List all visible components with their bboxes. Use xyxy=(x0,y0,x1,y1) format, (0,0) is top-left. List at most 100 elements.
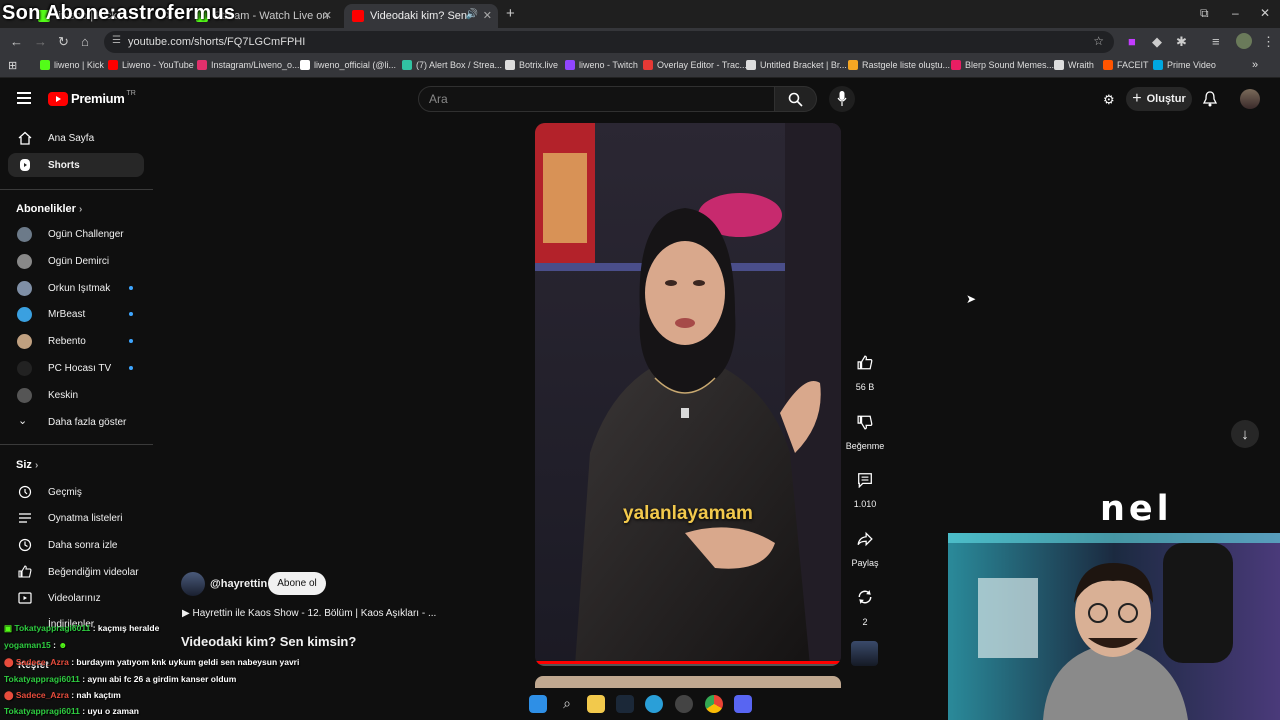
bookmark-star-icon[interactable]: ☆ xyxy=(1093,34,1104,48)
next-short-preview[interactable] xyxy=(535,676,841,688)
channel-avatar xyxy=(17,334,32,349)
discord-icon[interactable] xyxy=(734,695,752,713)
share-label: Paylaş xyxy=(851,558,879,568)
extensions-puzzle-icon[interactable]: ✱ xyxy=(1176,34,1187,50)
dislike-button[interactable] xyxy=(848,409,882,435)
share-button[interactable] xyxy=(848,526,882,552)
bookmark-item[interactable]: liweno_official (@li... xyxy=(300,60,396,70)
you-heading[interactable]: Siz › xyxy=(16,459,38,471)
chevron-down-icon: ⌄ xyxy=(18,415,28,427)
reading-list-icon[interactable]: ≡ xyxy=(1212,34,1220,49)
sidebar-item-playlists[interactable]: Oynatma listeleri xyxy=(8,506,144,530)
sidebar-item-watch-later[interactable]: Daha sonra izle xyxy=(8,533,144,557)
remix-icon xyxy=(858,590,872,604)
remix-button[interactable] xyxy=(848,584,882,610)
steam-icon[interactable] xyxy=(616,695,634,713)
bookmark-favicon-icon xyxy=(40,60,50,70)
bookmark-item[interactable]: liweno - Twitch xyxy=(565,60,638,70)
video-frame xyxy=(535,123,841,666)
bookmark-item[interactable]: (7) Alert Box / Strea... xyxy=(402,60,502,70)
bookmark-item[interactable]: Blerp Sound Memes... xyxy=(951,60,1054,70)
subscribe-button[interactable]: Abone ol xyxy=(268,572,326,595)
youtube-premium-logo[interactable]: Premium TR xyxy=(48,90,136,106)
subscription-item[interactable]: Ogün Demirci xyxy=(8,249,144,273)
chevron-right-icon: › xyxy=(34,460,39,471)
notifications-bell-icon[interactable] xyxy=(1202,91,1218,112)
browser-toolbar: ← → ↻ ⌂ ☰ youtube.com/shorts/FQ7LGCmFPHI… xyxy=(0,28,1280,56)
voice-search-button[interactable] xyxy=(829,86,855,112)
studio-icon[interactable]: ⚙ xyxy=(1103,92,1115,108)
close-tab-icon[interactable]: ✕ xyxy=(483,9,492,22)
bookmark-item[interactable]: Overlay Editor - Trac... xyxy=(643,60,747,70)
extension-icon[interactable]: ■ xyxy=(1128,34,1136,49)
reload-icon[interactable]: ↻ xyxy=(58,34,69,50)
short-video-player[interactable]: yalanlayamam xyxy=(535,123,841,666)
hamburger-menu-icon[interactable] xyxy=(17,91,31,104)
comments-button[interactable] xyxy=(848,467,882,493)
search-input[interactable]: Ara xyxy=(418,86,775,112)
sound-thumbnail[interactable] xyxy=(851,641,878,666)
channel-avatar[interactable] xyxy=(181,572,205,596)
bookmark-item[interactable]: Wraith xyxy=(1054,60,1094,70)
bookmark-item[interactable]: Rastgele liste oluştu... xyxy=(848,60,950,70)
more-bookmarks-icon[interactable]: » xyxy=(1252,59,1258,71)
forward-arrow-icon[interactable]: → xyxy=(34,34,47,49)
subscription-item[interactable]: Orkun Işıtmak xyxy=(8,276,144,300)
address-bar[interactable]: ☰ youtube.com/shorts/FQ7LGCmFPHI ☆ xyxy=(104,31,1114,53)
sidebar-item-your-videos[interactable]: Videolarınız xyxy=(8,586,144,610)
bookmark-item[interactable]: Botrix.live xyxy=(505,60,558,70)
chrome-icon[interactable] xyxy=(705,695,723,713)
bookmark-item[interactable]: FACEIT xyxy=(1103,60,1149,70)
bookmark-item[interactable]: Prime Video xyxy=(1153,60,1216,70)
bookmark-item[interactable]: Untitled Bracket | Br... xyxy=(746,60,847,70)
channel-handle[interactable]: @hayrettin xyxy=(210,578,267,590)
menu-kebab-icon[interactable]: ⋮ xyxy=(1262,34,1275,50)
tab-youtube-short[interactable]: Videodaki kim? Sen kimsin 🔊 ✕ xyxy=(344,4,498,28)
windows-start-icon[interactable] xyxy=(529,695,547,713)
show-more-button[interactable]: ⌄ Daha fazla göster xyxy=(8,410,144,434)
next-short-button[interactable]: ↓ xyxy=(1231,420,1259,448)
tab-search-icon[interactable]: ⧉ xyxy=(1200,6,1209,21)
extension-icon[interactable]: ◆ xyxy=(1152,34,1162,50)
edge-icon[interactable] xyxy=(645,695,663,713)
obs-icon[interactable] xyxy=(675,695,693,713)
subscription-item[interactable]: MrBeast xyxy=(8,302,144,326)
create-button[interactable]: + Oluştur xyxy=(1126,87,1192,111)
close-window-button[interactable]: ✕ xyxy=(1260,6,1270,20)
thumbs-down-icon xyxy=(857,415,873,430)
like-button[interactable] xyxy=(848,350,882,376)
account-avatar[interactable] xyxy=(1240,89,1260,109)
subscription-item[interactable]: Rebento xyxy=(8,329,144,353)
subscription-item[interactable]: Ogün Challenger xyxy=(8,222,144,246)
search-icon[interactable]: ⌕ xyxy=(558,695,576,713)
subscription-item[interactable]: PC Hocası TV xyxy=(8,356,144,380)
apps-grid-icon[interactable]: ⊞ xyxy=(8,59,17,72)
bookmark-favicon-icon xyxy=(108,60,118,70)
file-explorer-icon[interactable] xyxy=(587,695,605,713)
comment-icon xyxy=(858,473,872,488)
minimize-button[interactable]: – xyxy=(1232,6,1239,20)
sidebar-item-history[interactable]: Geçmiş xyxy=(8,480,144,504)
site-info-icon[interactable]: ☰ xyxy=(112,35,121,46)
bookmark-item[interactable]: Liweno - YouTube xyxy=(108,60,194,70)
subscriptions-heading[interactable]: Abonelikler › xyxy=(16,203,82,215)
sidebar-item-shorts[interactable]: Shorts xyxy=(8,153,144,177)
back-arrow-icon[interactable]: ← xyxy=(10,34,23,49)
bookmark-favicon-icon xyxy=(197,60,207,70)
channel-avatar xyxy=(17,254,32,269)
playlists-icon xyxy=(19,513,31,523)
new-tab-button[interactable]: + xyxy=(506,5,515,22)
subscription-item[interactable]: Keskin xyxy=(8,383,144,407)
profile-avatar[interactable] xyxy=(1236,33,1252,49)
close-tab-icon[interactable]: ✕ xyxy=(323,9,332,22)
playlist-link[interactable]: ▶ Hayrettin ile Kaos Show - 12. Bölüm | … xyxy=(182,608,436,619)
bookmark-favicon-icon xyxy=(402,60,412,70)
search-button[interactable] xyxy=(775,86,817,112)
bookmark-item[interactable]: Instagram/Liweno_o... xyxy=(197,60,300,70)
bookmark-item[interactable]: liweno | Kick xyxy=(40,60,104,70)
video-caption: yalanlayamam xyxy=(623,503,753,524)
audio-playing-icon[interactable]: 🔊 xyxy=(466,9,478,20)
sidebar-item-home[interactable]: Ana Sayfa xyxy=(8,126,144,150)
sidebar-item-liked-videos[interactable]: Beğendiğim videolar xyxy=(8,560,144,584)
home-icon[interactable]: ⌂ xyxy=(81,34,89,49)
